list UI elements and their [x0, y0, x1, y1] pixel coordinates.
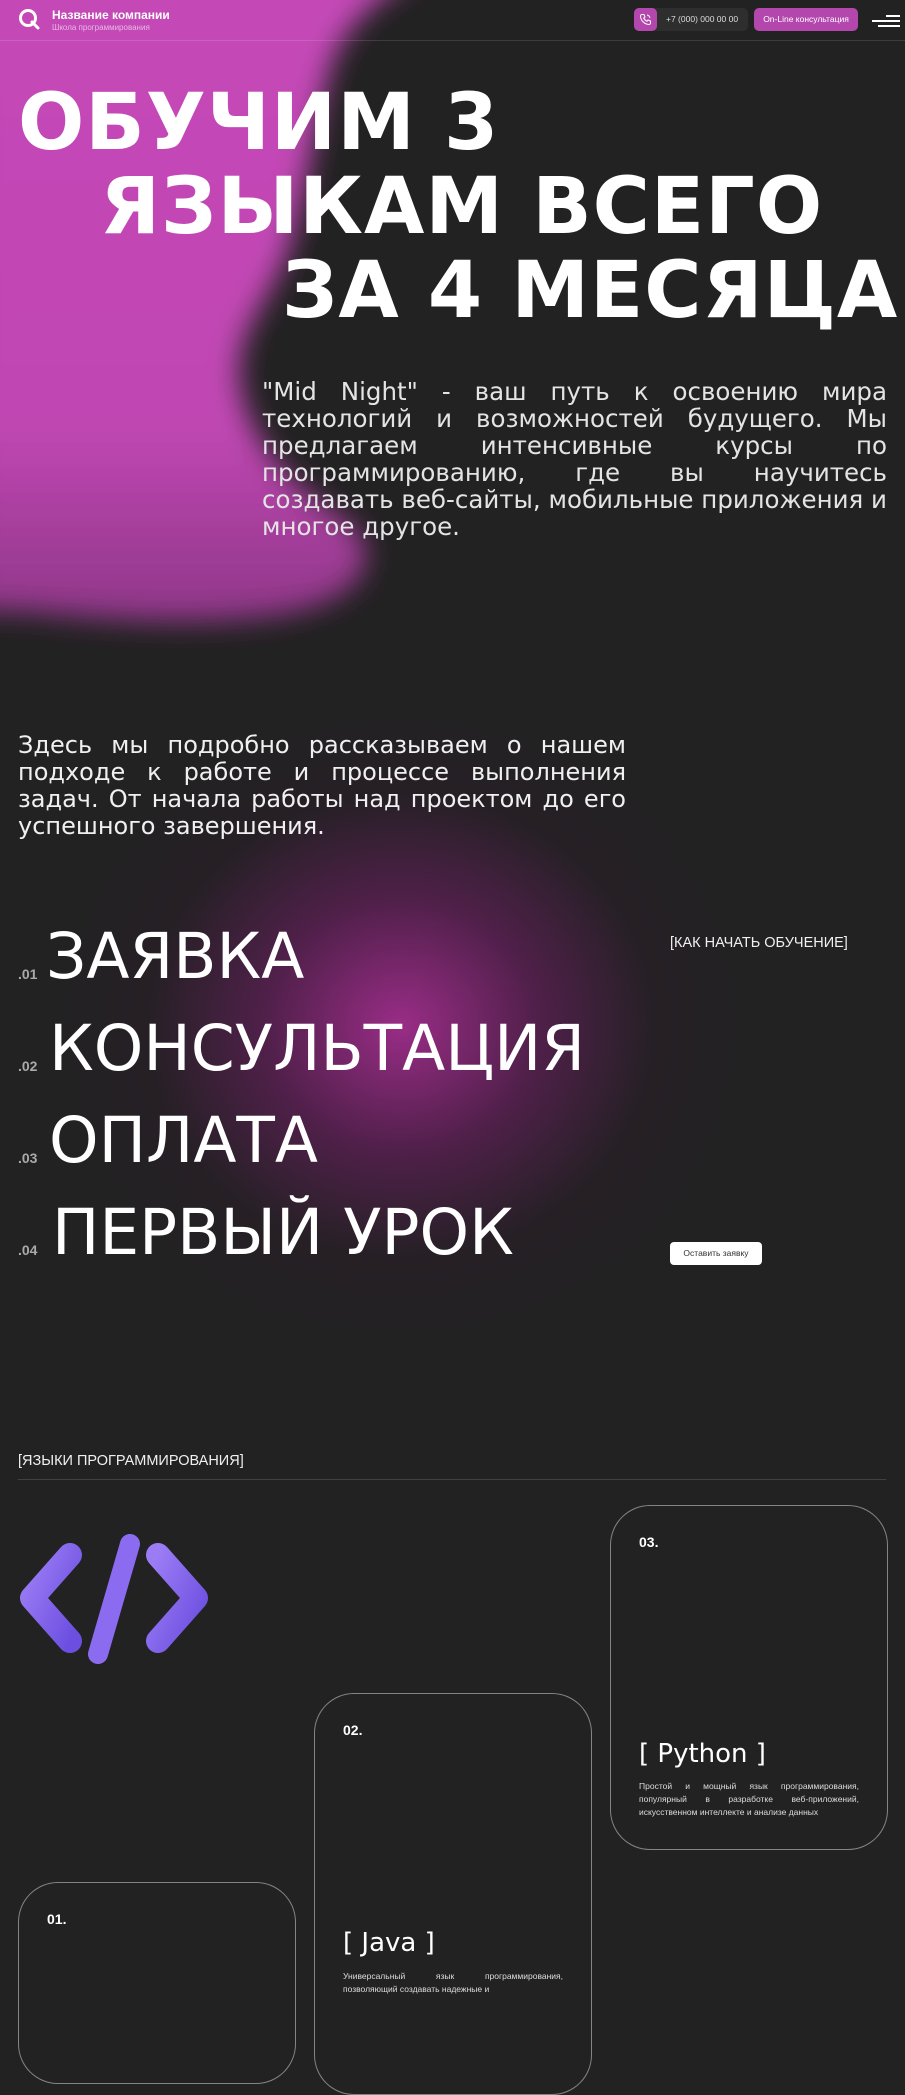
- leave-request-button[interactable]: Оставить заявку: [670, 1242, 762, 1265]
- hero-title-line-1: ОБУЧИМ 3: [18, 78, 500, 168]
- step-label: КОНСУЛЬТАЦИЯ: [49, 1012, 586, 1085]
- how-to-start-tag: [КАК НАЧАТЬ ОБУЧЕНИЕ]: [670, 935, 848, 951]
- company-subtitle: Школа программирования: [52, 23, 150, 32]
- section-divider: [18, 1479, 886, 1480]
- logo-icon[interactable]: [18, 8, 40, 30]
- card-number: 01.: [47, 1911, 67, 1927]
- step-number: .03: [18, 1150, 38, 1166]
- phone-block[interactable]: +7 (000) 000 00 00: [634, 8, 748, 31]
- code-icon: [20, 1534, 208, 1664]
- card-language-name: [ Python ]: [639, 1739, 766, 1769]
- language-card[interactable]: 03. [ Python ] Простой и мощный язык про…: [610, 1505, 888, 1850]
- card-description: Простой и мощный язык программирования, …: [639, 1781, 859, 1817]
- company-name[interactable]: Название компании: [52, 8, 170, 22]
- language-card[interactable]: 01.: [18, 1882, 296, 2084]
- step-number: .04: [18, 1242, 38, 1258]
- step-label: ОПЛАТА: [49, 1104, 319, 1177]
- site-header: Название компании Школа программирования…: [0, 0, 905, 41]
- step-number: .01: [18, 966, 38, 982]
- step-label: ЗАЯВКА: [46, 920, 305, 993]
- hero-title-line-2: ЯЗЫКАМ ВСЕГО: [100, 162, 824, 252]
- card-description: Универсальный язык программирования, поз…: [343, 1971, 563, 1994]
- hero-description: "Mid Night" - ваш путь к освоению мира т…: [262, 377, 887, 541]
- card-number: 02.: [343, 1722, 363, 1738]
- menu-icon[interactable]: [872, 11, 900, 29]
- languages-tag: [ЯЗЫКИ ПРОГРАММИРОВАНИЯ]: [18, 1453, 244, 1469]
- step-label: ПЕРВЫЙ УРОК: [52, 1196, 514, 1269]
- phone-icon[interactable]: [634, 8, 657, 31]
- language-card[interactable]: 02. [ Java ] Универсальный язык программ…: [314, 1693, 592, 2095]
- online-consultation-button[interactable]: On-Line консультация: [754, 8, 858, 31]
- step-number: .02: [18, 1058, 38, 1074]
- card-language-name: [ Java ]: [343, 1928, 435, 1958]
- card-number: 03.: [639, 1534, 659, 1550]
- phone-number[interactable]: +7 (000) 000 00 00: [666, 14, 738, 24]
- process-intro-text: Здесь мы подробно рассказываем о нашем п…: [18, 731, 626, 840]
- hero-title-line-3: ЗА 4 МЕСЯЦА: [282, 246, 899, 336]
